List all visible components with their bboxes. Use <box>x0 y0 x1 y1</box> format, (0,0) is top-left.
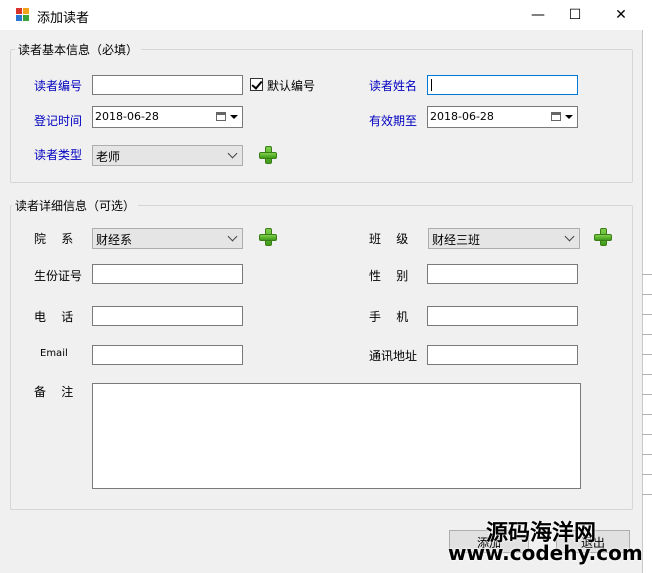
dropdown-arrow-icon <box>565 115 573 119</box>
mobile-label: 手 机 <box>369 310 409 324</box>
register-time-picker[interactable]: 2018-06-28 <box>92 106 243 128</box>
calendar-icon <box>551 112 561 121</box>
dept-value: 财经系 <box>96 233 133 247</box>
background-cell <box>642 375 652 395</box>
maximize-button[interactable]: ☐ <box>552 0 598 30</box>
email-input[interactable] <box>92 345 243 365</box>
background-cell <box>642 335 652 355</box>
note-label: 备 注 <box>34 385 74 399</box>
add-dept-plus-icon[interactable] <box>259 228 277 246</box>
note-textarea[interactable] <box>92 383 581 489</box>
background-cell <box>642 415 652 435</box>
email-label: Email <box>40 348 68 359</box>
address-input[interactable] <box>427 345 578 365</box>
reader-name-label: 读者姓名 <box>369 79 418 93</box>
phone-label: 电 话 <box>34 310 74 324</box>
register-time-value: 2018-06-28 <box>95 110 159 123</box>
reader-type-value: 老师 <box>96 150 121 164</box>
reader-type-label: 读者类型 <box>34 148 83 162</box>
background-cell <box>642 355 652 375</box>
class-select[interactable]: 财经三班 <box>428 228 580 249</box>
id-number-input[interactable] <box>92 264 243 284</box>
text-caret <box>431 79 432 91</box>
address-label: 通讯地址 <box>369 349 418 363</box>
class-value: 财经三班 <box>432 233 481 247</box>
background-cell <box>642 295 652 315</box>
phone-input[interactable] <box>92 306 243 326</box>
default-no-checkbox[interactable] <box>250 78 263 91</box>
reader-name-input[interactable] <box>427 75 578 95</box>
mobile-input[interactable] <box>427 306 578 326</box>
valid-until-label: 有效期至 <box>369 114 418 128</box>
background-cell <box>642 455 652 475</box>
watermark-line2: www.codehy.com <box>448 541 643 565</box>
title-bar: 添加读者 — ☐ ✕ <box>0 0 652 30</box>
background-cell <box>642 255 652 275</box>
dept-select[interactable]: 财经系 <box>92 228 243 249</box>
valid-until-value: 2018-06-28 <box>430 110 494 123</box>
reader-type-select[interactable]: 老师 <box>92 145 243 166</box>
window-title: 添加读者 <box>37 11 90 26</box>
default-no-label: 默认编号 <box>267 79 316 93</box>
app-icon <box>16 8 30 22</box>
chevron-down-icon <box>227 148 238 159</box>
add-class-plus-icon[interactable] <box>594 228 612 246</box>
background-cell <box>642 315 652 335</box>
background-cell <box>642 395 652 415</box>
add-reader-type-plus-icon[interactable] <box>259 146 277 164</box>
background-cell <box>642 435 652 455</box>
id-number-label: 生份证号 <box>34 269 83 283</box>
gender-input[interactable] <box>427 264 578 284</box>
class-label: 班 级 <box>369 232 409 246</box>
detail-info-group-title: 读者详细信息（可选） <box>12 197 139 214</box>
basic-info-group-title: 读者基本信息（必填） <box>15 41 142 58</box>
dropdown-arrow-icon <box>230 115 238 119</box>
background-cell <box>642 275 652 295</box>
reader-no-label: 读者编号 <box>34 79 83 93</box>
background-cell <box>642 475 652 495</box>
register-time-label: 登记时间 <box>34 114 83 128</box>
chevron-down-icon <box>227 231 238 242</box>
gender-label: 性 别 <box>369 269 409 283</box>
valid-until-picker[interactable]: 2018-06-28 <box>427 106 578 128</box>
calendar-icon <box>216 112 226 121</box>
close-button[interactable]: ✕ <box>598 0 644 30</box>
reader-no-input[interactable] <box>92 75 243 95</box>
dept-label: 院 系 <box>34 232 74 246</box>
chevron-down-icon <box>564 231 575 242</box>
